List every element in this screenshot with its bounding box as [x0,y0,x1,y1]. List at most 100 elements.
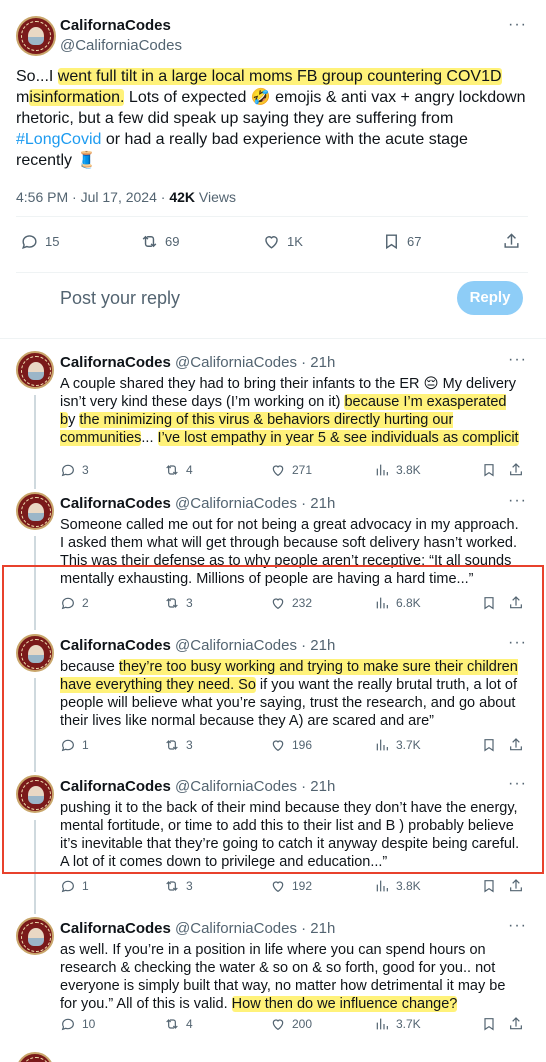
bookmark-button[interactable] [481,462,503,478]
bookmark-icon [386,234,397,250]
like-button[interactable]: 192 [270,878,312,894]
reply-button[interactable]: 3 [60,462,89,478]
author-meta: @CaliforniaCodes · 21h [170,920,336,937]
like-button[interactable]: 200 [270,1016,312,1032]
share-button[interactable] [508,878,530,894]
divider [0,904,546,905]
tweet-actions: 10 4 200 3.7K [60,1016,526,1034]
highlighted-text: isinformation. [29,89,125,106]
text-segment: y [68,412,80,428]
repost-count: 4 [186,1017,193,1031]
avatar[interactable] [16,1052,54,1062]
like-count: 192 [292,879,313,893]
views-icon [376,464,388,476]
share-button[interactable] [508,1016,530,1032]
bookmark-button[interactable] [481,1016,503,1032]
reply-author[interactable]: CalifornaCodes @CaliforniaCodes · 21h [60,495,335,512]
heart-icon [272,881,284,893]
repost-icon [142,235,157,248]
repost-button[interactable]: 4 [164,1016,193,1032]
views-button[interactable]: 3.7K [374,1016,421,1032]
like-button[interactable]: 271 [270,462,312,478]
tweet-actions: 15 69 1K 67 [16,232,526,254]
reply-author[interactable]: CalifornaCodes @CaliforniaCodes · 21h [60,354,335,371]
share-icon [510,1017,522,1030]
reply-button[interactable]: 15 [20,232,59,251]
hashtag-link[interactable]: #LongCovid [16,131,101,148]
reply-count: 3 [82,463,89,477]
author-meta: @CaliforniaCodes · 21h [170,495,336,512]
heart-icon [265,236,278,249]
tweet-actions: 1 3 192 3.8K [60,878,526,896]
author-name[interactable]: CalifornaCodes [60,495,171,512]
divider [0,338,546,339]
reply-icon [61,880,74,893]
author-meta: @CaliforniaCodes · 21h [170,354,336,371]
share-button[interactable] [508,462,530,478]
avatar[interactable] [16,16,56,56]
divider [16,216,528,217]
reply-submit-button[interactable]: Reply [457,281,523,315]
bookmark-icon [484,880,494,893]
views-button[interactable]: 3.8K [374,878,421,894]
heart-icon [272,465,284,477]
tweet-timestamp[interactable]: 4:56 PM · Jul 17, 2024 · 42K Views [16,189,236,205]
reply-count: 10 [82,1017,96,1031]
more-options-icon[interactable]: ··· [508,351,527,369]
like-count: 200 [292,1017,313,1031]
heart-icon [272,1019,284,1031]
avatar[interactable] [16,492,54,530]
text-segment: ... [141,430,158,446]
text-segment: So...I [16,68,58,85]
reply-icon [61,464,74,477]
tweet-text: as well. If you’re in a position in life… [60,941,525,1013]
reply-icon [61,1018,74,1031]
avatar[interactable] [16,351,54,389]
views-count: 42K [169,189,195,205]
tweet-text: So...I went full tilt in a large local m… [16,66,526,171]
highlighted-text: went full tilt in a large local moms FB … [57,68,502,85]
reply-icon [22,235,37,249]
like-count: 271 [292,463,313,477]
thread-line [34,395,36,489]
bookmark-button[interactable]: 67 [382,232,421,251]
bookmark-icon [484,464,494,477]
avatar[interactable] [16,917,54,955]
share-icon [510,879,522,892]
repost-count: 3 [186,879,193,893]
more-options-icon[interactable]: ··· [508,16,527,34]
repost-icon [166,1019,178,1029]
repost-button[interactable]: 4 [164,462,193,478]
bookmark-button[interactable] [481,878,503,894]
divider [0,478,546,479]
bookmark-icon [484,1018,494,1031]
share-button[interactable] [502,232,527,251]
reply-author[interactable]: CalifornaCodes @CaliforniaCodes · 21h [60,920,335,937]
author-name[interactable]: CalifornaCodes [60,354,171,371]
share-icon [504,233,519,248]
like-button[interactable]: 1K [262,232,303,251]
views-icon [376,1018,388,1030]
share-icon [510,463,522,476]
more-options-icon[interactable]: ··· [508,492,527,510]
views-button[interactable]: 3.8K [374,462,421,478]
text-segment: m [16,89,30,106]
author-handle[interactable]: @CaliforniaCodes [60,37,182,54]
repost-button[interactable]: 3 [164,878,193,894]
reply-input[interactable]: Post your reply [60,288,180,309]
reply-composer: Post your reply Reply [0,272,546,332]
repost-button[interactable]: 69 [140,232,179,251]
annotation-box [2,565,544,874]
highlighted-text: I’ve lost empathy in year 5 & see indivi… [157,430,519,446]
repost-icon [166,881,178,891]
repost-count: 4 [186,463,193,477]
reply-button[interactable]: 1 [60,878,89,894]
tweet-text: A couple shared they had to bring their … [60,375,525,447]
more-options-icon[interactable]: ··· [508,917,527,935]
views-icon [376,880,388,892]
reply-button[interactable]: 10 [60,1016,95,1032]
views-count: 3.7K [396,1017,421,1031]
views-count: 3.8K [396,879,421,893]
author-name[interactable]: CalifornaCodes [60,920,171,937]
author-name[interactable]: CalifornaCodes [60,17,171,34]
